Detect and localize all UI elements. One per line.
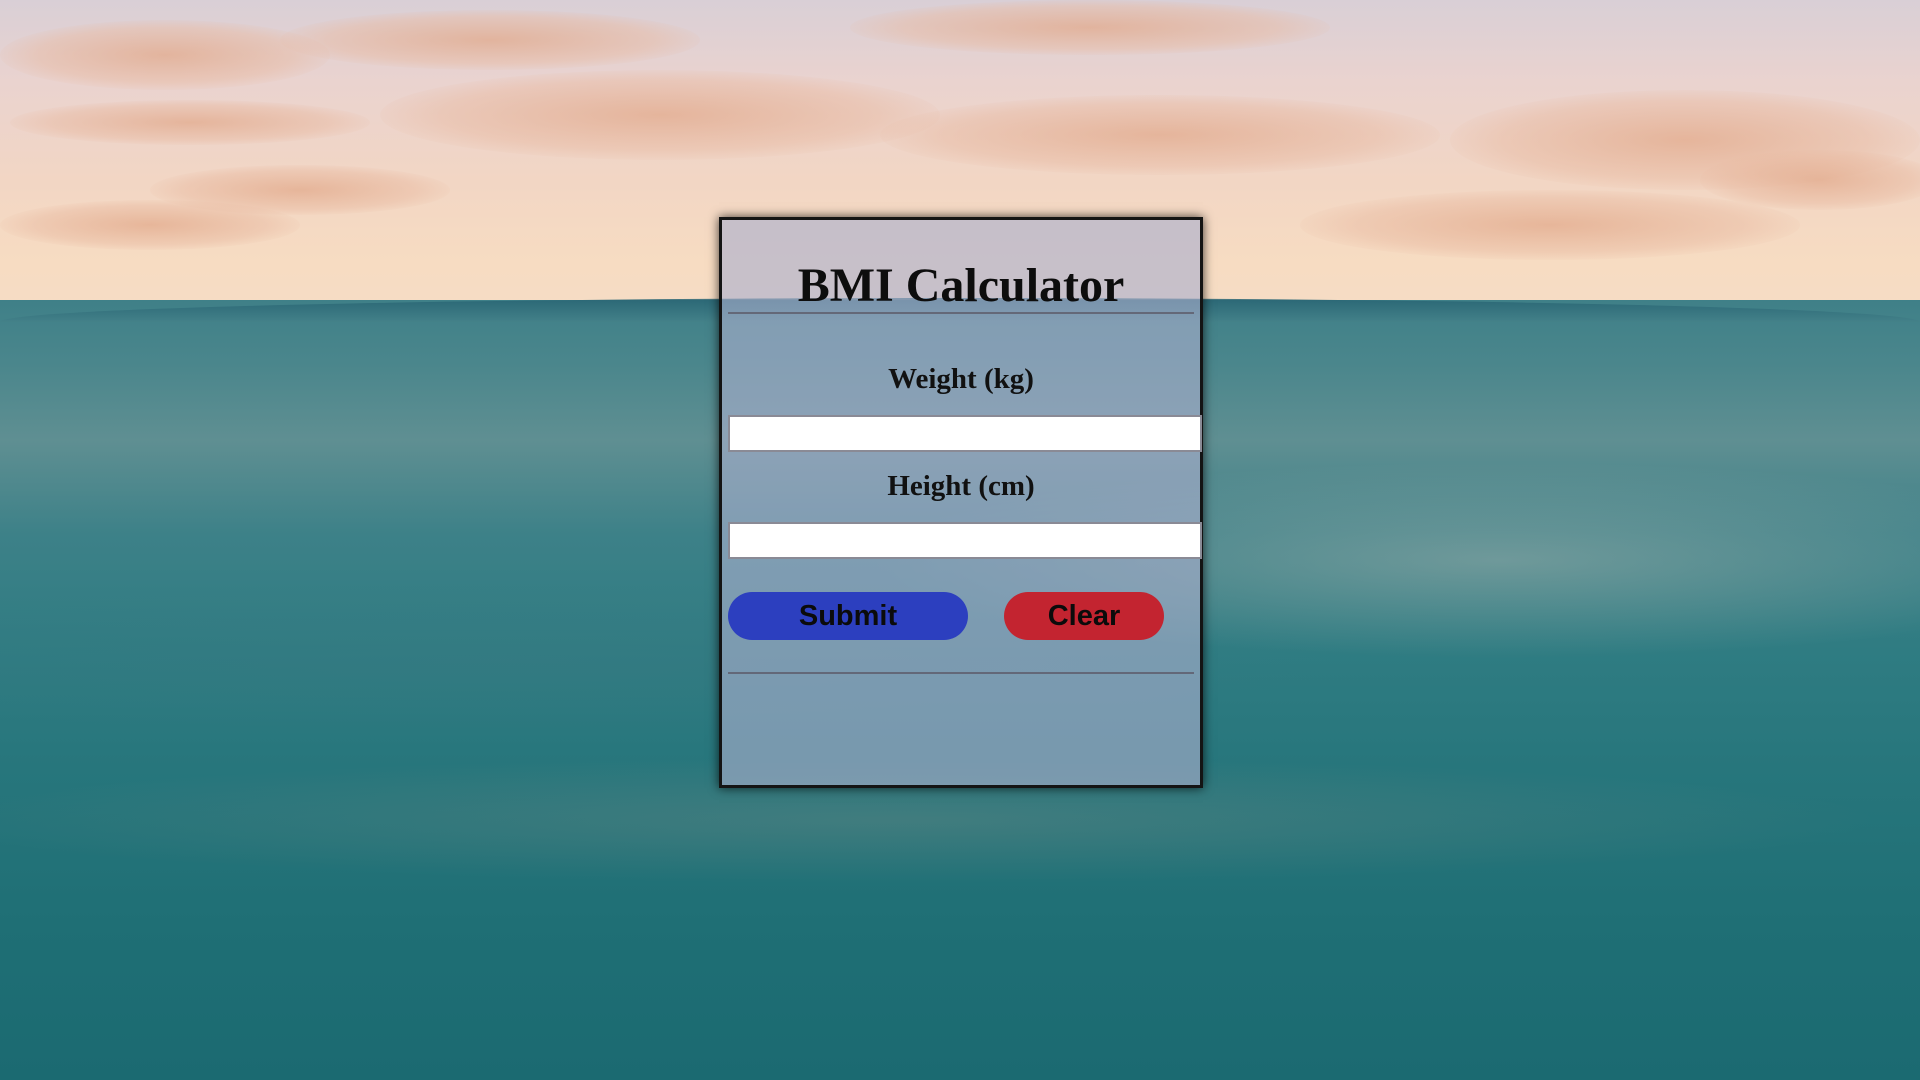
submit-button[interactable]: Submit: [728, 592, 968, 640]
clear-button[interactable]: Clear: [1004, 592, 1164, 640]
cloud: [1300, 190, 1800, 260]
bmi-calculator-panel: BMI Calculator Weight (kg) Height (cm) S…: [719, 217, 1203, 788]
height-label: Height (cm): [887, 470, 1035, 502]
height-input[interactable]: [728, 522, 1202, 559]
page-title: BMI Calculator: [797, 259, 1125, 312]
title-divider: [728, 312, 1194, 314]
cloud: [0, 200, 300, 250]
cloud: [280, 10, 700, 70]
result-divider: [728, 672, 1194, 674]
cloud: [850, 0, 1330, 55]
weight-label: Weight (kg): [888, 363, 1034, 395]
weight-input[interactable]: [728, 415, 1202, 452]
cloud: [10, 100, 370, 145]
cloud: [880, 95, 1440, 175]
cloud: [380, 70, 940, 160]
cloud: [0, 20, 330, 90]
